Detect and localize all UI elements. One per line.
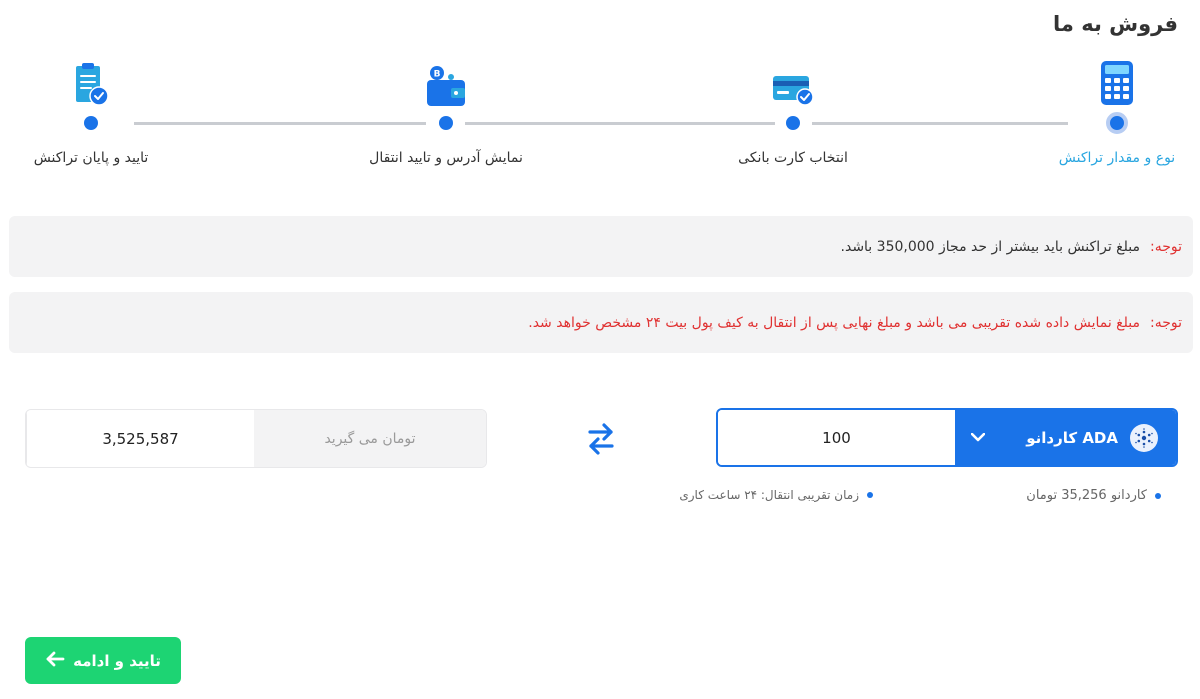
coin-name: ADA کاردانو	[1026, 428, 1118, 447]
notice-text: مبلغ تراکنش باید بیشتر از حد مجاز 350,00…	[840, 238, 1140, 255]
step-indicator	[1106, 112, 1128, 134]
notice-key: توجه:	[1149, 238, 1182, 255]
bullet-icon	[867, 492, 873, 498]
receive-amount-box: 3,525,587 تومان می گیرید	[25, 409, 487, 468]
send-amount-input[interactable]: 100	[718, 410, 955, 465]
exchange-rate-text: کاردانو 35,256 تومان	[1026, 488, 1147, 503]
svg-text:B: B	[434, 70, 441, 80]
cardano-logo-icon	[1130, 423, 1158, 452]
step-indicator	[439, 116, 453, 130]
notice-approximate-amount: توجه: مبلغ نمایش داده شده تقریبی می باشد…	[9, 292, 1193, 353]
arrow-left-icon	[45, 651, 65, 671]
chevron-down-icon	[971, 433, 991, 442]
bullet-icon	[1155, 492, 1161, 499]
step-connector	[812, 122, 1068, 125]
page-title: فروش به ما	[1053, 12, 1178, 36]
clipboard-check-icon	[73, 62, 109, 112]
step-label: نمایش آدرس و تایید انتقال	[369, 150, 523, 166]
confirm-continue-button[interactable]: تایید و ادامه	[25, 637, 181, 684]
notice-minimum-amount: توجه: مبلغ تراکنش باید بیشتر از حد مجاز …	[9, 216, 1193, 277]
step-label: نوع و مقدار تراکنش	[1058, 150, 1176, 166]
transfer-time-text: زمان تقریبی انتقال: ۲۴ ساعت کاری	[679, 488, 859, 502]
coin-select-dropdown[interactable]: ADA کاردانو	[955, 410, 1176, 465]
step-connector	[465, 122, 775, 125]
wallet-icon: B	[425, 64, 467, 112]
transfer-time-info: زمان تقریبی انتقال: ۲۴ ساعت کاری	[679, 488, 873, 502]
notice-text: مبلغ نمایش داده شده تقریبی می باشد و مبل…	[528, 314, 1140, 331]
exchange-rate-info: کاردانو 35,256 تومان	[1026, 488, 1161, 503]
receive-currency-label: تومان می گیرید	[254, 410, 486, 467]
notice-key: توجه:	[1149, 314, 1182, 331]
step-indicator	[84, 116, 98, 130]
receive-amount-field[interactable]: 3,525,587	[26, 410, 254, 467]
step-label: انتخاب کارت بانکی	[738, 150, 848, 166]
confirm-continue-label: تایید و ادامه	[73, 651, 161, 670]
step-connector	[134, 122, 426, 125]
bank-card-icon	[772, 74, 814, 110]
swap-arrows-icon[interactable]	[584, 420, 618, 458]
send-amount-box: 100 ADA کاردانو	[716, 408, 1178, 467]
step-label: تایید و پایان تراکنش	[33, 150, 149, 166]
calculator-icon	[1100, 60, 1134, 110]
step-indicator	[786, 116, 800, 130]
